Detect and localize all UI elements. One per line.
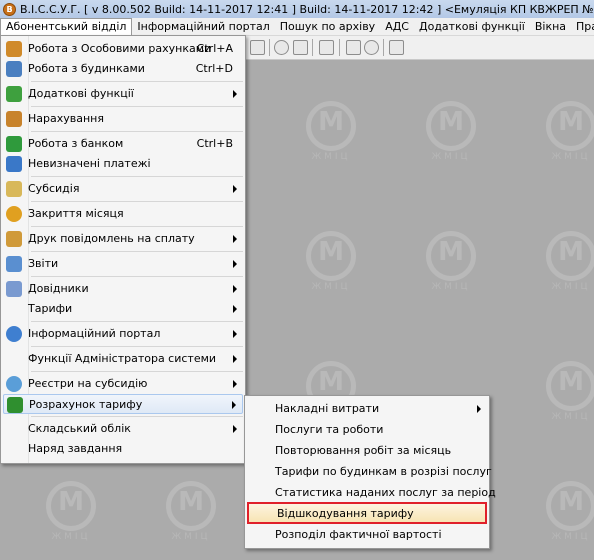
print-icon [6, 231, 22, 247]
menu-item-charges[interactable]: Нарахування [3, 109, 243, 129]
menu-item-tariffs[interactable]: Тарифи [3, 299, 243, 319]
menu-divider [31, 371, 243, 372]
menu-divider [31, 226, 243, 227]
menu-divider [31, 276, 243, 277]
watermark-logo: МЖМІЦ [530, 101, 594, 167]
menu-item-reports[interactable]: Звіти [3, 254, 243, 274]
submenu-item-tariffs-by-building[interactable]: Тарифи по будинкам в розрізі послуг [247, 462, 492, 482]
menu-item-month-close[interactable]: Закриття місяця [3, 204, 243, 224]
menu-ads[interactable]: АДС [380, 18, 414, 35]
subscriber-department-menu: Робота з Особовими рахунками Ctrl+A Робо… [0, 35, 246, 464]
submenu-arrow-icon [233, 90, 237, 98]
menu-item-bank[interactable]: Робота з банком Ctrl+B [3, 134, 243, 154]
submenu-arrow-icon [233, 285, 237, 293]
menu-divider [31, 346, 243, 347]
menu-item-personal-accounts[interactable]: Робота з Особовими рахунками Ctrl+A [3, 39, 243, 59]
menu-item-subsidy-registers[interactable]: Реєстри на субсидію [3, 374, 243, 394]
menu-item-undefined-payments[interactable]: Невизначені платежі [3, 154, 243, 174]
submenu-item-actual-cost-distribution[interactable]: Розподіл фактичної вартості [247, 525, 487, 545]
toolbar-exit-icon[interactable] [389, 40, 404, 55]
menu-item-work-orders[interactable]: Наряд завдання [3, 439, 243, 459]
menu-employees[interactable]: Працівники [571, 18, 594, 35]
registry-icon [6, 376, 22, 392]
menu-info-portal[interactable]: Інформаційний портал [132, 18, 274, 35]
watermark-logo: МЖМІЦ [30, 481, 112, 547]
house-icon [6, 61, 22, 77]
submenu-arrow-icon [233, 235, 237, 243]
submenu-arrow-icon [233, 380, 237, 388]
submenu-arrow-icon [233, 425, 237, 433]
toolbar-search-icon[interactable] [274, 40, 289, 55]
menu-item-tariff-calculation[interactable]: Розрахунок тарифу [3, 394, 243, 414]
menu-divider [31, 251, 243, 252]
watermark-logo: МЖМІЦ [290, 101, 372, 167]
calculator-icon [6, 111, 22, 127]
watermark-logo: МЖМІЦ [410, 101, 492, 167]
tariff-calculation-submenu: Накладні витрати Послуги та роботи Повто… [244, 395, 496, 549]
watermark-logo: МЖМІЦ [290, 231, 372, 297]
toolbar-chat-icon[interactable] [364, 40, 379, 55]
menu-item-references[interactable]: Довідники [3, 279, 243, 299]
menu-subscriber-department[interactable]: Абонентський відділ [0, 18, 133, 35]
submenu-item-services-works[interactable]: Послуги та роботи [247, 420, 487, 440]
watermark-logo: МЖМІЦ [530, 361, 594, 427]
menu-divider [31, 201, 243, 202]
watermark-logo: МЖМІЦ [150, 481, 232, 547]
people-icon [6, 41, 22, 57]
globe-icon [6, 326, 22, 342]
menu-divider [31, 176, 243, 177]
submenu-item-tariff-reimbursement[interactable]: Відшкодування тарифу [247, 502, 487, 524]
menu-item-buildings[interactable]: Робота з будинками Ctrl+D [3, 59, 243, 79]
submenu-arrow-icon [233, 355, 237, 363]
menu-archive-search[interactable]: Пошук по архіву [275, 18, 380, 35]
menu-item-print-notices[interactable]: Друк повідомлень на сплату [3, 229, 243, 249]
money-icon [6, 156, 22, 172]
toolbar-sheet-icon[interactable] [319, 40, 334, 55]
chart-icon [6, 256, 22, 272]
menu-divider [31, 106, 243, 107]
lock-icon [6, 206, 22, 222]
dollar-icon [6, 136, 22, 152]
menu-item-admin-functions[interactable]: Функції Адміністратора системи [3, 349, 243, 369]
toolbar-separator [269, 39, 270, 56]
app-logo-icon: В [3, 2, 16, 16]
menu-item-subsidy[interactable]: Субсидія [3, 179, 243, 199]
submenu-arrow-icon [233, 330, 237, 338]
menu-divider [31, 81, 243, 82]
submenu-arrow-icon [477, 405, 481, 413]
menu-divider [31, 416, 243, 417]
book-icon [6, 281, 22, 297]
watermark-logo: МЖМІЦ [530, 481, 594, 547]
watermark-logo: МЖМІЦ [530, 231, 594, 297]
watermark-logo: МЖМІЦ [410, 231, 492, 297]
toolbar-doc-icon[interactable] [250, 40, 265, 55]
submenu-item-services-statistics[interactable]: Статистика наданих послуг за період [247, 483, 496, 503]
toolbar-separator [383, 39, 384, 56]
toolbar-list-icon[interactable] [293, 40, 308, 55]
menu-item-additional-functions[interactable]: Додаткові функції [3, 84, 243, 104]
toolbar-print-icon[interactable] [346, 40, 361, 55]
menu-divider [31, 321, 243, 322]
submenu-arrow-icon [233, 305, 237, 313]
menu-windows[interactable]: Вікна [530, 18, 571, 35]
window-title: В.І.С.С.У.Г. [ v 8.00.502 Build: 14-11-2… [20, 2, 594, 16]
menu-divider [31, 131, 243, 132]
submenu-item-overhead-costs[interactable]: Накладні витрати [247, 399, 487, 419]
menu-item-info-portal[interactable]: Інформаційний портал [3, 324, 243, 344]
submenu-arrow-icon [233, 260, 237, 268]
plus-icon [6, 86, 22, 102]
title-bar: В В.І.С.С.У.Г. [ v 8.00.502 Build: 14-11… [0, 0, 594, 18]
submenu-arrow-icon [232, 401, 236, 409]
submenu-arrow-icon [233, 185, 237, 193]
toolbar-separator [339, 39, 340, 56]
toolbar-separator [312, 39, 313, 56]
menu-additional-functions[interactable]: Додаткові функції [414, 18, 530, 35]
submenu-item-repeat-works[interactable]: Повторювання робіт за місяць [247, 441, 487, 461]
tag-icon [6, 181, 22, 197]
menu-bar: Абонентський відділ Інформаційний портал… [0, 18, 594, 36]
menu-item-warehouse[interactable]: Складський облік [3, 419, 243, 439]
money-bag-icon [7, 397, 23, 413]
